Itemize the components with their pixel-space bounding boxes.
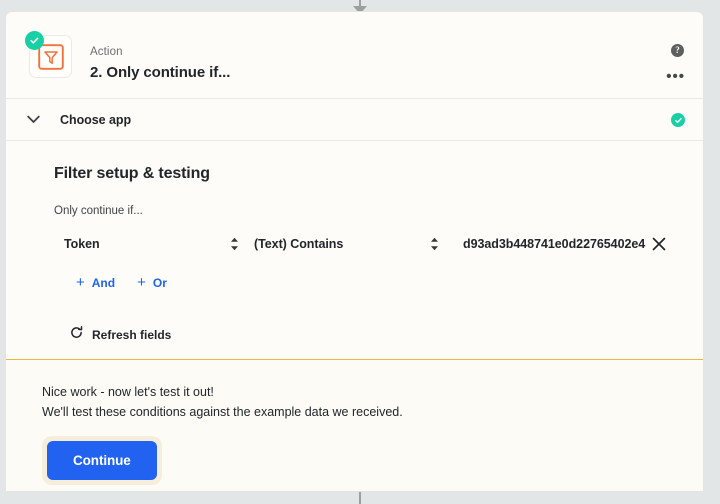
add-or-condition-button[interactable]: + Or bbox=[131, 273, 173, 293]
stepper-up-down-icon bbox=[230, 237, 239, 251]
test-panel: Nice work - now let's test it out! We'll… bbox=[6, 359, 703, 491]
section-title: Filter setup & testing bbox=[54, 165, 210, 182]
check-circle-icon bbox=[25, 31, 44, 50]
connector-line-bottom bbox=[359, 492, 361, 504]
condition-operator-value: (Text) Contains bbox=[254, 237, 344, 251]
only-continue-if-label: Only continue if... bbox=[54, 205, 143, 217]
question-mark-icon[interactable]: ? bbox=[671, 44, 684, 57]
add-and-condition-button[interactable]: + And bbox=[70, 273, 121, 293]
refresh-fields-label: Refresh fields bbox=[92, 328, 172, 342]
refresh-fields-button[interactable]: Refresh fields bbox=[70, 326, 171, 344]
choose-app-check-icon bbox=[671, 113, 685, 127]
step-kicker: Action bbox=[90, 46, 123, 58]
condition-field-select[interactable]: Token bbox=[64, 229, 239, 259]
refresh-icon bbox=[70, 326, 83, 344]
app-icon-container bbox=[25, 31, 72, 78]
plus-icon: + bbox=[76, 274, 85, 291]
step-header-text: Action 2. Only continue if... bbox=[90, 45, 230, 84]
continue-button[interactable]: Continue bbox=[47, 441, 157, 480]
chevron-down-icon bbox=[6, 115, 60, 124]
choose-app-label: Choose app bbox=[60, 112, 132, 127]
plus-icon: + bbox=[137, 274, 146, 291]
filter-condition-row: Token (Text) Contains d93ad3b448741e0d22… bbox=[6, 229, 703, 259]
or-label: Or bbox=[152, 276, 167, 290]
filter-logic-buttons: + And + Or bbox=[70, 273, 703, 293]
choose-app-section-toggle[interactable]: Choose app bbox=[6, 99, 703, 141]
page-title: 2. Only continue if... bbox=[90, 64, 231, 81]
continue-button-focus-ring: Continue bbox=[42, 436, 162, 485]
step-header: Action 2. Only continue if... ? ••• bbox=[6, 12, 703, 99]
condition-value-input[interactable]: d93ad3b448741e0d22765402e4 bbox=[463, 229, 646, 259]
filter-setup-section: Filter setup & testing Only continue if.… bbox=[6, 141, 703, 353]
test-panel-line-1: Nice work - now let's test it out! bbox=[42, 385, 214, 399]
condition-operator-select[interactable]: (Text) Contains bbox=[254, 229, 439, 259]
ellipsis-icon[interactable]: ••• bbox=[666, 69, 685, 84]
condition-field-value: Token bbox=[64, 237, 100, 251]
and-label: And bbox=[91, 276, 116, 290]
close-x-icon[interactable] bbox=[649, 234, 669, 254]
action-step-card: Action 2. Only continue if... ? ••• Choo… bbox=[5, 11, 704, 492]
test-panel-line-2: We'll test these conditions against the … bbox=[42, 405, 403, 419]
stepper-up-down-icon bbox=[430, 237, 439, 251]
condition-value-text: d93ad3b448741e0d22765402e4 bbox=[463, 237, 646, 251]
